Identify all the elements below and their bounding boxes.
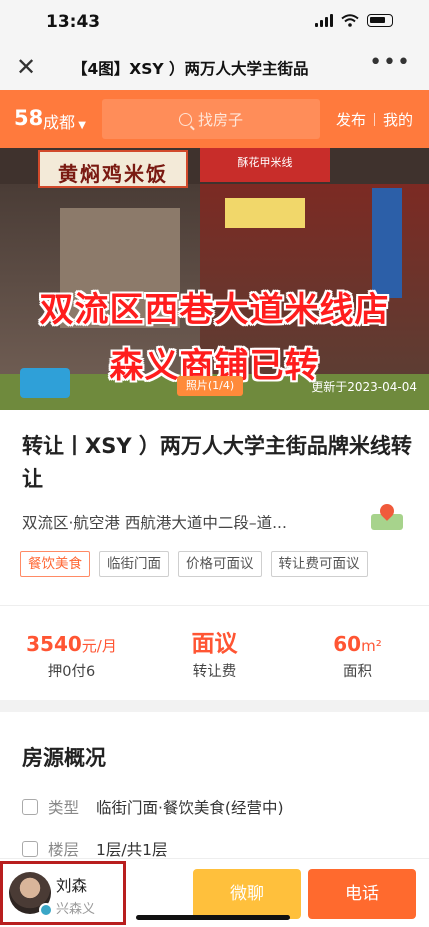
listing-photo[interactable]: 黄焖鸡米饭 酥花甲米线 双流区西巷大道米线店 森义商铺已转 照片(1/4) 更新… — [0, 148, 429, 410]
chevron-down-icon: ▼ — [75, 120, 86, 131]
agent-name: 刘森 — [56, 877, 88, 895]
transfer-value: 面议 — [191, 631, 238, 657]
signal-icon — [315, 14, 333, 27]
tag: 价格可面议 — [178, 551, 262, 577]
photo-banner — [225, 198, 305, 228]
status-icons — [315, 14, 393, 27]
close-icon[interactable]: ✕ — [16, 54, 36, 80]
site-header: 58 成都 ▼ 找房子 发布 我的 — [0, 90, 429, 148]
more-dots-icon[interactable]: ••• — [369, 50, 411, 75]
bottom-action-bar: 刘森 兴森义 微聊 电话 — [0, 858, 429, 927]
agent-company: 兴森义 — [56, 902, 96, 917]
photo-sign-right-text: 酥花甲米线 — [237, 156, 293, 169]
photo-sign-left-text: 黄焖鸡米饭 — [58, 162, 168, 186]
webview-nav-bar: ✕ 【4图】XSY ）两万人大学主街品 ••• — [0, 46, 429, 90]
photo-overlay-line1: 双流区西巷大道米线店 — [39, 290, 390, 330]
tag: 餐饮美食 — [20, 551, 90, 577]
verified-badge-icon — [39, 903, 53, 917]
tag: 转让费可面议 — [270, 551, 368, 577]
tag: 临街门面 — [99, 551, 169, 577]
photo-count-badge: 照片(1/4) — [177, 376, 243, 396]
info-row-floor: 楼层 1层/共1层 — [22, 838, 167, 860]
listing-address[interactable]: 双流区·航空港 西航港大道中二段–道... — [22, 511, 287, 533]
section-gap — [0, 700, 429, 712]
header-actions: 发布 我的 — [336, 109, 413, 130]
photo-shop-sign-left: 黄焖鸡米饭 — [38, 150, 188, 188]
map-pin-icon[interactable] — [371, 501, 403, 532]
city-label: 成都 — [43, 113, 76, 132]
type-value: 临街门面·餐饮美食(经营中) — [96, 799, 284, 817]
stat-transfer-fee: 面议 转让费 — [143, 630, 286, 681]
search-icon — [178, 112, 192, 126]
search-input[interactable]: 找房子 — [102, 99, 320, 139]
photo-shop-sign-right: 酥花甲米线 — [200, 148, 330, 182]
overview-title: 房源概况 — [22, 746, 106, 770]
wifi-icon — [341, 14, 359, 27]
listing-title: 转让丨XSY ）两万人大学主街品牌米线转让 — [22, 434, 412, 491]
search-placeholder: 找房子 — [197, 110, 243, 129]
site-logo[interactable]: 58 — [14, 106, 43, 130]
listing-stats: 3540元/月 押0付6 面议 转让费 60m² 面积 — [0, 630, 429, 681]
photo-updated-date: 更新于2023-04-04 — [311, 380, 417, 394]
listing-summary-card: 转让丨XSY ）两万人大学主街品牌米线转让 双流区·航空港 西航港大道中二段–道… — [0, 410, 429, 700]
stat-area: 60m² 面积 — [286, 630, 429, 681]
type-label: 类型 — [48, 799, 80, 817]
header-divider — [373, 113, 375, 126]
status-time: 13:43 — [46, 12, 101, 32]
info-row-type: 类型 临街门面·餐饮美食(经营中) — [22, 796, 284, 818]
area-label: 面积 — [343, 664, 372, 680]
shop-icon — [22, 799, 38, 815]
stat-rent: 3540元/月 押0付6 — [0, 630, 143, 681]
rent-value: 3540 — [26, 632, 82, 656]
divider — [0, 605, 429, 606]
floor-label: 楼层 — [48, 841, 80, 859]
area-unit: m² — [361, 637, 382, 655]
floor-value: 1层/共1层 — [96, 841, 168, 859]
area-value: 60 — [333, 632, 362, 656]
city-selector[interactable]: 成都 ▼ — [43, 109, 86, 133]
mine-link[interactable]: 我的 — [383, 109, 413, 130]
listing-tags: 餐饮美食 临街门面 价格可面议 转让费可面议 — [20, 551, 368, 577]
publish-link[interactable]: 发布 — [336, 109, 366, 130]
rent-unit: 元/月 — [81, 637, 117, 655]
stairs-icon — [22, 841, 38, 857]
page-title: 【4图】XSY ）两万人大学主街品 — [72, 60, 309, 78]
status-bar: 13:43 — [0, 0, 429, 46]
battery-icon — [367, 14, 393, 27]
home-indicator — [136, 915, 290, 920]
chat-button[interactable]: 微聊 — [193, 869, 301, 919]
call-button[interactable]: 电话 — [308, 869, 416, 919]
agent-card[interactable]: 刘森 兴森义 — [0, 861, 126, 925]
rent-label: 押0付6 — [47, 664, 96, 680]
transfer-label: 转让费 — [192, 664, 237, 680]
